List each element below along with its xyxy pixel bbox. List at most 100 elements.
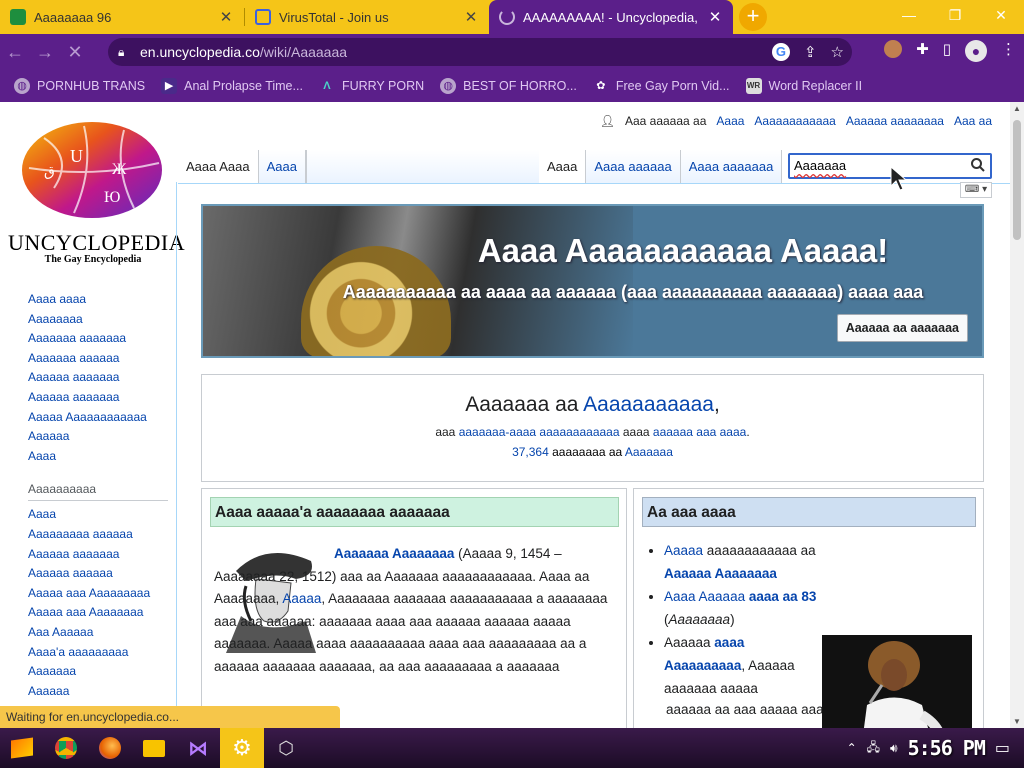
site-logo[interactable]: U Ж ق Ю UNCYCLOPEDIA The Gay Encyclopedi…	[8, 118, 185, 265]
news-link[interactable]: Aaaa Aaaaaa	[664, 589, 745, 604]
tab-view-source[interactable]: Aaaa aaaaaa	[586, 150, 681, 184]
search-icon[interactable]	[970, 157, 986, 173]
sidebar-link[interactable]: Aaaaaa	[28, 682, 168, 702]
featured-inline-link[interactable]: Aaaaa	[282, 591, 321, 606]
create-account-link[interactable]: Aaaaaa aaaaaaaa	[846, 114, 944, 128]
cube-icon: ⬡	[278, 737, 294, 758]
sidebar-link[interactable]: Aaaaaaa aaaaaaa	[28, 329, 168, 349]
bookmark-1[interactable]: ◍ PORNHUB TRANS	[14, 78, 145, 94]
singer-photo[interactable]	[822, 635, 972, 728]
close-window-icon[interactable]: ✕	[978, 0, 1024, 34]
sidebar-link[interactable]: Aaaa	[28, 447, 168, 467]
close-tab-icon[interactable]: ✕	[707, 8, 723, 26]
list-item: Aaaa Aaaaaa aaaa aa 83 (Aaaaaaaa)	[664, 585, 822, 631]
side-panel-icon[interactable]: ▯	[943, 40, 951, 62]
taskbar-firefox[interactable]	[88, 728, 132, 768]
tab-title: VirusTotal - Join us	[279, 9, 389, 25]
tab-history[interactable]: Aaaa aaaaaaa	[680, 150, 783, 184]
gear-icon: ⚙	[232, 735, 252, 760]
new-tab-button[interactable]: +	[739, 3, 767, 31]
tab-main-page[interactable]: Aaaa Aaaa	[178, 150, 259, 184]
bookmark-2[interactable]: ▶ Anal Prolapse Time...	[161, 78, 303, 94]
sidebar-link[interactable]: Aaaaaa aaaaaaa	[28, 545, 168, 565]
google-icon[interactable]: G	[771, 43, 790, 61]
login-link[interactable]: Aaa aa	[954, 114, 992, 128]
minimize-icon[interactable]: —	[886, 0, 932, 34]
news-link[interactable]: Aaaaa	[664, 543, 703, 558]
tab-discussion[interactable]: Aaaa	[258, 150, 306, 184]
lock-icon[interactable]: 🔒︎	[118, 45, 130, 59]
bookmark-5[interactable]: ✿ Free Gay Porn Vid...	[593, 78, 729, 94]
sidebar-link[interactable]: Aaaaaa	[28, 427, 168, 447]
close-tab-icon[interactable]: ✕	[218, 8, 234, 26]
keyboard-icon[interactable]: ⌨ ▾	[960, 182, 992, 198]
sidebar-link[interactable]: Aaaaaaaa	[28, 310, 168, 330]
profile-icon[interactable]: ●	[965, 40, 987, 62]
restore-icon[interactable]: ❐	[932, 0, 978, 34]
taskbar-visualstudio[interactable]: ⋈	[176, 728, 220, 768]
clock[interactable]: 5:56 PM	[908, 736, 986, 760]
taskbar-chrome[interactable]	[44, 728, 88, 768]
page-scrollbar[interactable]: ▲ ▼	[1010, 102, 1024, 728]
featured-text: Aaaaaaa Aaaaaaaa (Aaaaa 9, 1454 – Aaaaaa…	[214, 546, 608, 674]
welcome-link[interactable]: aaaaaa aaa aaaa	[653, 425, 746, 439]
news-link[interactable]: Aaaaaa Aaaaaaaa	[664, 566, 777, 581]
network-icon[interactable]: 🖧︎	[867, 738, 880, 759]
news-link[interactable]: aaaa aa 83	[749, 589, 817, 604]
scroll-down-icon[interactable]: ▼	[1010, 717, 1024, 726]
sidebar-link[interactable]: Aaaaaa aaaaaaa	[28, 388, 168, 408]
address-bar[interactable]: 🔒︎ en.uncyclopedia.co/wiki/Aaaaaaa G ⇪ ☆	[108, 38, 852, 66]
sidebar-link[interactable]: Aaaa	[28, 505, 168, 525]
taskbar-app[interactable]: ⬡	[264, 728, 308, 768]
sidebar-link[interactable]: Aaaaaa aaaaaaa	[28, 368, 168, 388]
sidebar-link[interactable]: Aaaa aaaa	[28, 290, 168, 310]
scroll-thumb[interactable]	[1013, 120, 1021, 240]
talk-link[interactable]: Aaaa	[716, 114, 744, 128]
scroll-up-icon[interactable]: ▲	[1010, 104, 1024, 113]
menu-icon[interactable]: ⋮	[1001, 40, 1016, 62]
close-tab-icon[interactable]: ✕	[463, 8, 479, 26]
star-icon[interactable]: ☆	[831, 43, 844, 61]
contributions-link[interactable]: Aaaaaaaaaaaa	[754, 114, 835, 128]
window-controls: — ❐ ✕	[886, 0, 1024, 34]
personal-tools: 👤︎ Aaa aaaaaa aa Aaaa Aaaaaaaaaaaa Aaaaa…	[600, 114, 992, 128]
forward-icon[interactable]: →	[30, 42, 60, 63]
sidebar-link[interactable]: Aaaa'a aaaaaaaaa	[28, 643, 168, 663]
bookmarks-bar: ◍ PORNHUB TRANS ▶ Anal Prolapse Time... ΛF…	[0, 70, 1024, 102]
welcome-link[interactable]: aaaaaaa-aaaa aaaaaaaaaaaa	[459, 425, 620, 439]
volume-icon[interactable]: 🔊︎	[890, 741, 898, 756]
language-link[interactable]: Aaaaaaa	[625, 445, 673, 459]
sidebar-link[interactable]: Aaaaaaa aaaaaa	[28, 349, 168, 369]
bookmark-6[interactable]: WR Word Replacer II	[745, 78, 862, 94]
banner-subline: Aaaaaaaaaaa aa aaaa aa aaaaaa (aaa aaaaa…	[342, 282, 924, 302]
browser-tab-1[interactable]: Aaaaaaaa 96 ✕	[0, 0, 244, 34]
sidebar-link[interactable]: Aaaaa aaa Aaaaaaaa	[28, 603, 168, 623]
sidebar-link[interactable]: Aaa Aaaaaa	[28, 623, 168, 643]
sidebar-link[interactable]: Aaaaa Aaaaaaaaaaaa	[28, 408, 168, 428]
bookmark-4[interactable]: ◍ BEST OF HORRO...	[440, 78, 577, 94]
sidebar-link[interactable]: Aaaaa aaa Aaaaaaaaa	[28, 584, 168, 604]
featured-article-box: Aaaa aaaaa'a aaaaaaaa aaaaaaa Aaaaaaa Aa…	[201, 488, 627, 728]
browser-tab-2[interactable]: VirusTotal - Join us ✕	[245, 0, 489, 34]
chevron-up-icon[interactable]: ⌃	[847, 741, 857, 755]
taskbar-explorer[interactable]	[132, 728, 176, 768]
browser-tab-3[interactable]: AAAAAAAAA! - Uncyclopedia, ✕	[489, 0, 733, 34]
banner-button[interactable]: Aaaaaa aa aaaaaaa	[836, 314, 968, 342]
start-button[interactable]	[0, 728, 44, 768]
sidebar-link[interactable]: Aaaaaa aaaaaa	[28, 564, 168, 584]
taskbar-settings[interactable]: ⚙	[220, 728, 264, 768]
tab-read[interactable]: Aaaa	[539, 150, 587, 184]
back-icon[interactable]: ←	[0, 42, 30, 63]
notifications-icon[interactable]: ▭	[995, 738, 1010, 758]
stop-icon[interactable]: ✕	[60, 42, 90, 63]
extension-avatar-icon[interactable]	[884, 40, 903, 58]
bookmark-3[interactable]: Λ FURRY PORN	[319, 78, 424, 94]
in-the-news-box: Aa aaa aaaa Aaaaa aaaaaaaaaaaa aa Aaaaaa…	[633, 488, 984, 728]
sidebar-link[interactable]: Aaaaaaaaa aaaaaa	[28, 525, 168, 545]
puzzle-icon[interactable]: ✚	[916, 40, 929, 62]
share-icon[interactable]: ⇪	[804, 43, 817, 61]
featured-title-link[interactable]: Aaaaaaa Aaaaaaaa	[334, 546, 454, 561]
sidebar-link[interactable]: Aaaaaaa	[28, 662, 168, 682]
count-link[interactable]: 37,364	[512, 445, 549, 459]
welcome-site-link[interactable]: Aaaaaaaaaaa	[583, 393, 714, 416]
